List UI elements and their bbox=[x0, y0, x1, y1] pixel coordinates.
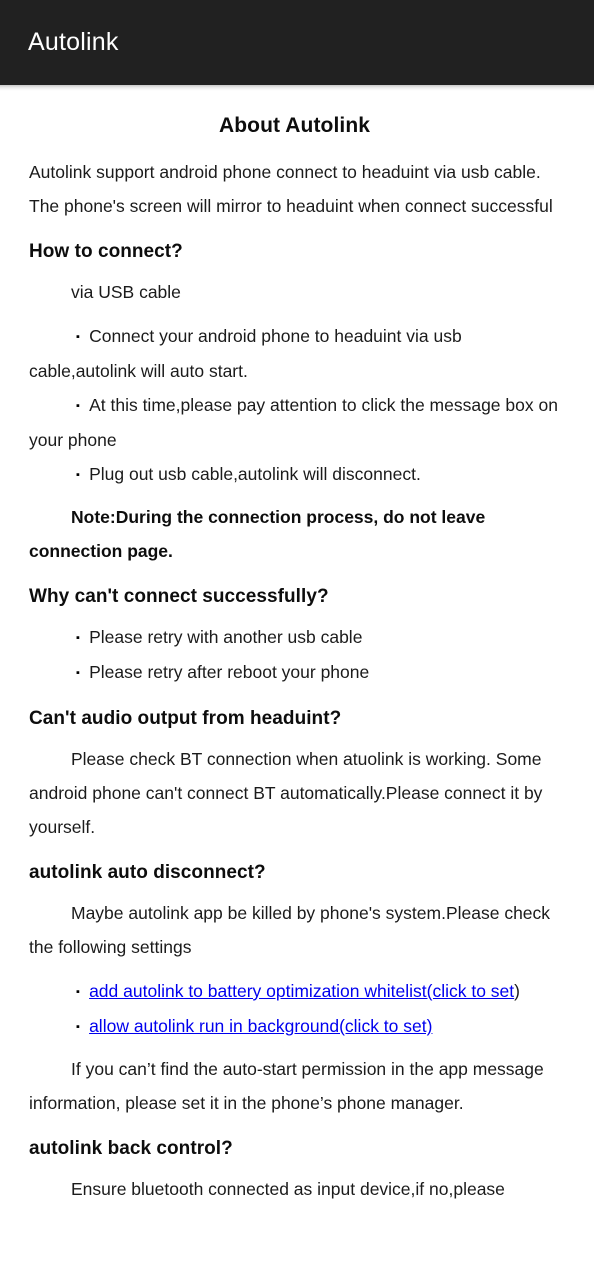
bullet-square-icon: ▪ bbox=[76, 469, 80, 481]
section-heading-cant-audio-output: Can't audio output from headuint? bbox=[29, 708, 342, 729]
battery-optimization-link-tail: ) bbox=[514, 981, 520, 1001]
list-item: ▪ Please retry with another usb cable bbox=[29, 620, 560, 655]
bullet-square-icon: ▪ bbox=[76, 1021, 80, 1033]
how-to-connect-lead: via USB cable bbox=[71, 282, 181, 302]
list-item: ▪ Plug out usb cable,autolink will discon… bbox=[29, 457, 560, 492]
back-control-paragraph: Ensure bluetooth connected as input devi… bbox=[71, 1179, 505, 1199]
list-item-label: Plug out usb cable,autolink will disconn… bbox=[89, 464, 421, 484]
app-title: Autolink bbox=[28, 28, 119, 56]
list-item-label: Please retry with another usb cable bbox=[89, 627, 363, 647]
bullet-square-icon: ▪ bbox=[76, 667, 80, 679]
list-item: ▪ Connect your android phone to headuint … bbox=[29, 319, 560, 388]
about-content: About Autolink Autolink support android … bbox=[0, 91, 594, 1206]
section-heading-how-to-connect: How to connect? bbox=[29, 241, 183, 262]
section-heading-auto-disconnect: autolink auto disconnect? bbox=[29, 862, 266, 883]
bullet-square-icon: ▪ bbox=[76, 986, 80, 998]
cant-audio-output-paragraph: Please check BT connection when atuolink… bbox=[29, 749, 543, 837]
auto-disconnect-paragraph: Maybe autolink app be killed by phone's … bbox=[29, 903, 551, 957]
section-heading-back-control: autolink back control? bbox=[29, 1138, 233, 1159]
list-item-label: Connect your android phone to headuint v… bbox=[29, 326, 462, 381]
list-item-label: Please retry after reboot your phone bbox=[89, 662, 370, 682]
list-item: ▪ Please retry after reboot your phone bbox=[29, 655, 560, 690]
bullet-square-icon: ▪ bbox=[76, 400, 80, 412]
intro-paragraph: Autolink support android phone connect t… bbox=[29, 162, 553, 216]
section-heading-why-cant-connect: Why can't connect successfully? bbox=[29, 586, 329, 607]
battery-optimization-whitelist-link[interactable]: add autolink to battery optimization whi… bbox=[89, 981, 514, 1001]
how-to-connect-list: ▪ Connect your android phone to headuint … bbox=[29, 319, 560, 492]
auto-start-permission-footnote: If you can’t find the auto-start permiss… bbox=[29, 1059, 544, 1113]
bullet-square-icon: ▪ bbox=[76, 632, 80, 644]
page-title: About Autolink bbox=[218, 114, 371, 137]
list-item: ▪ allow autolink run in background(click … bbox=[29, 1009, 560, 1044]
auto-disconnect-links-list: ▪ add autolink to battery optimization wh… bbox=[29, 974, 560, 1044]
connection-note: Note:During the connection process, do n… bbox=[29, 507, 486, 561]
run-in-background-link[interactable]: allow autolink run in background(click t… bbox=[89, 1016, 432, 1036]
list-item: ▪ At this time,please pay attention to cl… bbox=[29, 388, 560, 457]
list-item-label: At this time,please pay attention to cli… bbox=[29, 395, 558, 450]
app-bar: Autolink bbox=[0, 0, 594, 85]
why-cant-connect-list: ▪ Please retry with another usb cable ▪ Pl… bbox=[29, 620, 560, 690]
list-item: ▪ add autolink to battery optimization wh… bbox=[29, 974, 560, 1009]
bullet-square-icon: ▪ bbox=[76, 331, 80, 343]
